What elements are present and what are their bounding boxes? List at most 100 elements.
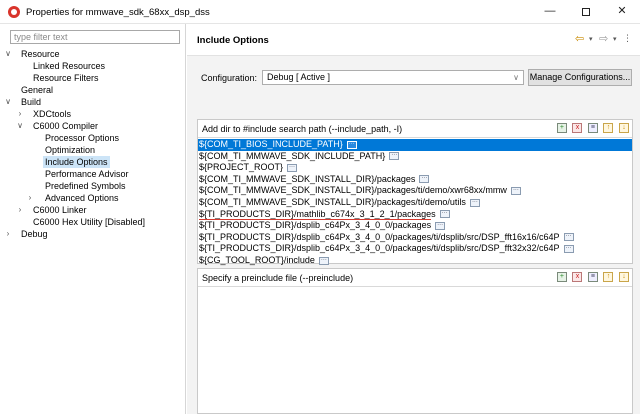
tree-item-label: Debug xyxy=(21,229,48,239)
add-icon[interactable]: + xyxy=(556,123,567,133)
browse-ellipsis-icon[interactable]: ··· xyxy=(318,256,329,265)
browse-ellipsis-icon[interactable]: ··· xyxy=(419,175,430,184)
chevron-right-icon[interactable]: › xyxy=(26,192,34,204)
tree-item-label: XDCtools xyxy=(33,109,72,119)
filter-input[interactable] xyxy=(10,30,180,44)
tree-item-label: Advanced Options xyxy=(45,193,119,203)
list-item[interactable]: ${CG_TOOL_ROOT}/include ··· xyxy=(198,255,632,267)
list-item[interactable]: ${COM_TI_MMWAVE_SDK_INCLUDE_PATH} ··· xyxy=(198,151,632,163)
tree-item[interactable]: Linked Resources xyxy=(0,60,186,72)
include-path-title: Add dir to #include search path (--inclu… xyxy=(202,124,403,134)
add-icon[interactable]: + xyxy=(556,272,567,282)
browse-ellipsis-icon[interactable]: ··· xyxy=(510,187,521,195)
forward-dropdown-icon[interactable]: ▾ xyxy=(613,35,617,43)
chevron-right-icon[interactable]: › xyxy=(4,228,12,240)
tree-item-label: Include Options xyxy=(43,156,110,168)
list-item[interactable]: ${TI_PRODUCTS_DIR}/dsplib_c64Px_3_4_0_0/… xyxy=(198,243,632,255)
include-path-panel: Add dir to #include search path (--inclu… xyxy=(197,119,633,267)
tree-item[interactable]: Optimization xyxy=(0,144,186,156)
browse-ellipsis-icon[interactable]: ··· xyxy=(389,152,400,161)
move-up-icon[interactable]: ↑ xyxy=(603,123,614,133)
view-menu-icon[interactable]: ⋮ xyxy=(623,33,632,44)
tree-item[interactable]: ∨ Build xyxy=(0,96,186,108)
list-item[interactable]: ${COM_TI_MMWAVE_SDK_INSTALL_DIR}/package… xyxy=(198,174,632,186)
include-path-list: ${COM_TI_BIOS_INCLUDE_PATH} ··· ${COM_TI_M… xyxy=(198,139,632,267)
include-path-toolbar: + x ≡ ↑ ↓ xyxy=(554,123,629,135)
tree-item[interactable]: Include Options xyxy=(0,156,186,168)
tree-item[interactable]: › C6000 Linker xyxy=(0,204,186,216)
delete-icon[interactable]: x xyxy=(572,123,583,133)
tree-item-label: Predefined Symbols xyxy=(45,181,126,191)
close-button[interactable]: ✕ xyxy=(604,0,640,24)
tree-item-label: Build xyxy=(21,97,42,107)
move-down-icon[interactable]: ↓ xyxy=(619,272,629,282)
preinclude-header: Specify a preinclude file (--preinclude)… xyxy=(198,269,632,287)
tree-item[interactable]: › Debug xyxy=(0,228,186,240)
browse-ellipsis-icon[interactable]: ··· xyxy=(346,140,357,149)
tree-item-label: C6000 Hex Utility [Disabled] xyxy=(33,217,146,227)
browse-ellipsis-icon[interactable]: ··· xyxy=(563,244,574,253)
list-item[interactable]: ${TI_PRODUCTS_DIR}/mathlib_c674x_3_1_2_1… xyxy=(198,209,632,221)
minimize-button[interactable]: — xyxy=(532,0,568,24)
browse-ellipsis-icon[interactable]: ··· xyxy=(435,221,446,230)
back-arrow-icon[interactable]: ⇦ xyxy=(575,32,584,45)
include-path-text: ${COM_TI_BIOS_INCLUDE_PATH} xyxy=(199,139,343,149)
window-titlebar: Properties for mmwave_sdk_68xx_dsp_dss —… xyxy=(0,0,640,24)
configuration-value: Debug [ Active ] xyxy=(267,72,331,82)
tree-item-label: C6000 Compiler xyxy=(33,121,99,131)
include-path-text: ${COM_TI_MMWAVE_SDK_INCLUDE_PATH} xyxy=(199,150,386,161)
tree-item[interactable]: Predefined Symbols xyxy=(0,180,186,192)
preinclude-title: Specify a preinclude file (--preinclude) xyxy=(202,273,354,283)
chevron-down-icon[interactable]: ∨ xyxy=(16,120,24,132)
tree-item-label: General xyxy=(21,85,54,95)
browse-ellipsis-icon[interactable]: ··· xyxy=(563,233,574,242)
configuration-select[interactable]: Debug [ Active ] ∨ xyxy=(262,70,524,85)
maximize-button[interactable] xyxy=(568,0,604,24)
list-item[interactable]: ${COM_TI_MMWAVE_SDK_INSTALL_DIR}/package… xyxy=(198,185,632,197)
tree-item[interactable]: Processor Options xyxy=(0,132,186,144)
tree-item[interactable]: General xyxy=(0,84,186,96)
configuration-label: Configuration: xyxy=(201,73,258,83)
tree-item-label: Linked Resources xyxy=(33,61,106,71)
tree-item[interactable]: Performance Advisor xyxy=(0,168,186,180)
list-item[interactable]: ${PROJECT_ROOT} ··· xyxy=(198,162,632,174)
tree-item-label: Processor Options xyxy=(45,133,120,143)
list-item[interactable]: ${TI_PRODUCTS_DIR}/dsplib_c64Px_3_4_0_0/… xyxy=(198,232,632,244)
tree-item[interactable]: › XDCtools xyxy=(0,108,186,120)
forward-arrow-icon[interactable]: ⇨ xyxy=(599,32,608,45)
edit-icon[interactable]: ≡ xyxy=(587,123,598,133)
property-tree: ∨ Resource Linked Resources Resource Filter… xyxy=(0,48,186,240)
include-path-text: ${TI_PRODUCTS_DIR}/dsplib_c64Px_3_4_0_0/… xyxy=(199,220,432,231)
back-dropdown-icon[interactable]: ▾ xyxy=(589,35,593,43)
browse-ellipsis-icon[interactable]: ··· xyxy=(439,210,450,219)
chevron-right-icon[interactable]: › xyxy=(16,108,24,120)
include-path-text: ${TI_PRODUCTS_DIR}/dsplib_c64Px_3_4_0_0/… xyxy=(199,231,560,242)
include-path-text: ${COM_TI_MMWAVE_SDK_INSTALL_DIR}/package… xyxy=(199,196,466,207)
page-header: Include Options ⇦ ▾ ⇨ ▾ ⋮ xyxy=(187,24,640,56)
list-item[interactable]: ${COM_TI_MMWAVE_SDK_INSTALL_DIR}/package… xyxy=(198,197,632,209)
tree-item[interactable]: ∨ C6000 Compiler xyxy=(0,120,186,132)
chevron-down-icon[interactable]: ∨ xyxy=(4,48,12,60)
tree-item[interactable]: ∨ Resource xyxy=(0,48,186,60)
move-up-icon[interactable]: ↑ xyxy=(603,272,614,282)
preinclude-panel: Specify a preinclude file (--preinclude)… xyxy=(197,268,633,414)
tree-item[interactable]: C6000 Hex Utility [Disabled] xyxy=(0,216,186,228)
tree-item[interactable]: › Advanced Options xyxy=(0,192,186,204)
include-path-text: ${TI_PRODUCTS_DIR}/mathlib_c674x_3_1_2_1… xyxy=(199,208,436,219)
preinclude-toolbar: + x ≡ ↑ ↓ xyxy=(554,272,629,284)
browse-ellipsis-icon[interactable]: ··· xyxy=(287,163,298,172)
maximize-icon xyxy=(582,8,590,16)
include-path-text: ${COM_TI_MMWAVE_SDK_INSTALL_DIR}/package… xyxy=(199,173,416,184)
include-path-header: Add dir to #include search path (--inclu… xyxy=(198,120,632,138)
list-item[interactable]: ${TI_PRODUCTS_DIR}/dsplib_c64Px_3_4_0_0/… xyxy=(198,220,632,232)
list-item[interactable]: ${COM_TI_BIOS_INCLUDE_PATH} ··· xyxy=(198,139,632,151)
move-down-icon[interactable]: ↓ xyxy=(619,123,629,133)
delete-icon[interactable]: x xyxy=(572,272,583,282)
browse-ellipsis-icon[interactable]: ··· xyxy=(469,198,480,207)
chevron-down-icon[interactable]: ∨ xyxy=(4,96,12,108)
navigation-buttons: ⇦ ▾ ⇨ ▾ ⋮ xyxy=(575,32,635,48)
chevron-right-icon[interactable]: › xyxy=(16,204,24,216)
tree-item[interactable]: Resource Filters xyxy=(0,72,186,84)
edit-icon[interactable]: ≡ xyxy=(587,272,598,282)
manage-configurations-button[interactable]: Manage Configurations... xyxy=(528,69,632,86)
